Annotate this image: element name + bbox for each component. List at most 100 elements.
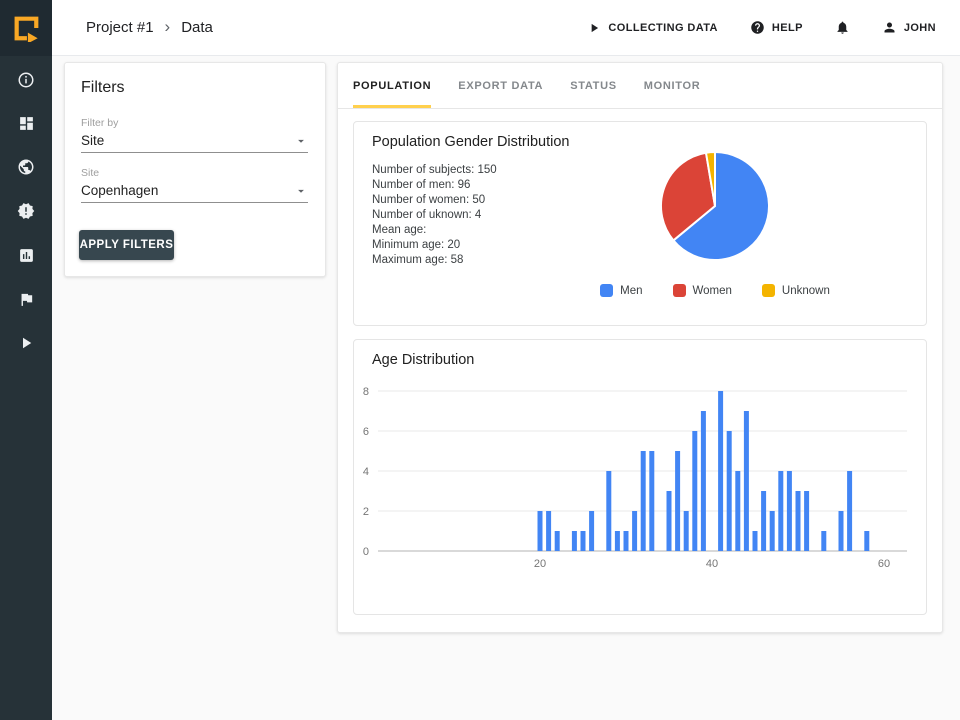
legend-item-men: Men <box>600 284 643 297</box>
axis-tick-label: 60 <box>878 558 890 570</box>
bar-chart-icon <box>19 248 33 262</box>
help-button[interactable]: HELP <box>750 20 803 35</box>
chevron-down-icon <box>298 139 304 143</box>
app-logo[interactable] <box>0 0 52 56</box>
filters-title: Filters <box>81 79 125 96</box>
main-panel: POPULATION EXPORT DATA STATUS MONITOR Po… <box>337 62 943 633</box>
population-card-title: Population Gender Distribution <box>372 134 570 150</box>
gender-pie-chart <box>660 150 770 261</box>
topbar: Project #1 › Data COLLECTING DATA HELP J… <box>52 0 960 56</box>
age-bar <box>735 471 741 551</box>
sidebar-item-dashboard[interactable] <box>0 108 52 138</box>
sidebar-item-flags[interactable] <box>0 284 52 314</box>
flag-icon <box>21 293 32 306</box>
filter-by-label: Filter by <box>81 117 119 129</box>
age-bar <box>666 491 672 551</box>
site-value: Copenhagen <box>81 183 159 198</box>
age-bar <box>554 531 560 551</box>
age-bar <box>847 471 853 551</box>
bell-icon <box>837 21 848 34</box>
pie-legend: Men Women Unknown <box>600 284 830 297</box>
chevron-down-icon <box>298 189 304 193</box>
apply-filters-button[interactable]: APPLY FILTERS <box>79 230 174 260</box>
axis-tick-label: 40 <box>706 558 718 570</box>
globe-icon <box>18 159 34 175</box>
age-bar <box>537 511 543 551</box>
stat-line: Number of women: 50 <box>372 194 486 206</box>
age-bar <box>623 531 629 551</box>
age-bar <box>804 491 810 551</box>
age-bar <box>786 471 792 551</box>
age-card-title: Age Distribution <box>372 352 475 368</box>
age-bar <box>718 391 724 551</box>
filter-by-select[interactable]: Site <box>81 129 308 153</box>
sidebar-item-alerts[interactable] <box>0 196 52 226</box>
help-label: HELP <box>771 21 803 34</box>
age-bar-chart: 0 2 4 6 8 20 40 60 <box>363 386 907 570</box>
site-label: Site <box>81 167 100 179</box>
age-bar <box>640 451 646 551</box>
stat-line: Number of subjects: 150 <box>372 164 497 176</box>
legend-item-women: Women <box>672 284 732 297</box>
axis-tick-label: 0 <box>363 546 369 558</box>
sidebar-item-run[interactable] <box>0 328 52 358</box>
gender-pie-block: Men Women Unknown <box>570 148 860 297</box>
age-distribution-card: 0 2 4 6 8 20 40 60 Age Distribution <box>353 339 927 615</box>
user-label: JOHN <box>903 21 936 34</box>
filters-panel: Filters Filter by Site Site Copenhagen A… <box>64 62 326 277</box>
age-bar <box>700 411 706 551</box>
stat-line: Minimum age: 20 <box>372 239 461 251</box>
legend-swatch <box>600 284 614 297</box>
tab-bar: POPULATION EXPORT DATA STATUS MONITOR <box>338 63 942 109</box>
axis-tick-label: 20 <box>534 558 546 570</box>
sidebar <box>0 0 52 720</box>
age-bar <box>761 491 767 551</box>
chevron-right-icon: › <box>164 16 171 36</box>
age-bar <box>580 531 586 551</box>
legend-label: Men <box>620 284 643 297</box>
age-bar <box>795 491 801 551</box>
stat-line: Number of uknown: 4 <box>372 209 482 221</box>
tab-status[interactable]: STATUS <box>570 63 617 108</box>
axis-tick-label: 4 <box>363 466 369 478</box>
collecting-data-label: COLLECTING DATA <box>608 21 718 34</box>
help-icon <box>751 21 764 34</box>
age-bar <box>752 531 758 551</box>
tab-population[interactable]: POPULATION <box>353 63 432 108</box>
axis-tick-label: 2 <box>363 506 369 518</box>
sidebar-item-globe[interactable] <box>0 152 52 182</box>
legend-item-unknown: Unknown <box>761 284 830 297</box>
age-bar <box>675 451 681 551</box>
age-bar <box>632 511 638 551</box>
age-bar <box>589 511 595 551</box>
user-menu[interactable]: JOHN <box>882 20 936 35</box>
age-bar <box>821 531 827 551</box>
legend-swatch <box>761 284 775 297</box>
legend-label: Women <box>692 284 732 297</box>
legend-label: Unknown <box>781 284 830 297</box>
age-bar <box>606 471 612 551</box>
site-select[interactable]: Copenhagen <box>81 179 308 203</box>
age-bar <box>778 471 784 551</box>
sidebar-item-info[interactable] <box>0 65 52 95</box>
population-gender-card: Population Gender Distribution Number of… <box>353 121 927 326</box>
tab-export-data[interactable]: EXPORT DATA <box>458 63 543 108</box>
sidebar-item-reports[interactable] <box>0 240 52 270</box>
play-status-icon <box>592 23 599 32</box>
person-icon <box>884 22 895 33</box>
logo-square-arrow-icon <box>14 16 39 42</box>
notifications-button[interactable] <box>835 20 850 35</box>
age-bar <box>614 531 620 551</box>
legend-swatch <box>672 284 686 297</box>
alert-badge-icon <box>17 203 35 219</box>
axis-tick-label: 8 <box>363 386 369 398</box>
age-bar <box>546 511 552 551</box>
stat-line: Maximum age: 58 <box>372 254 464 266</box>
stat-line: Mean age: <box>372 224 427 236</box>
breadcrumb-project-link[interactable]: Project #1 <box>86 19 154 36</box>
collecting-data-button[interactable]: COLLECTING DATA <box>587 21 717 35</box>
tab-monitor[interactable]: MONITOR <box>644 63 701 108</box>
age-bar <box>683 511 689 551</box>
age-bar <box>649 451 655 551</box>
age-bar <box>864 531 870 551</box>
